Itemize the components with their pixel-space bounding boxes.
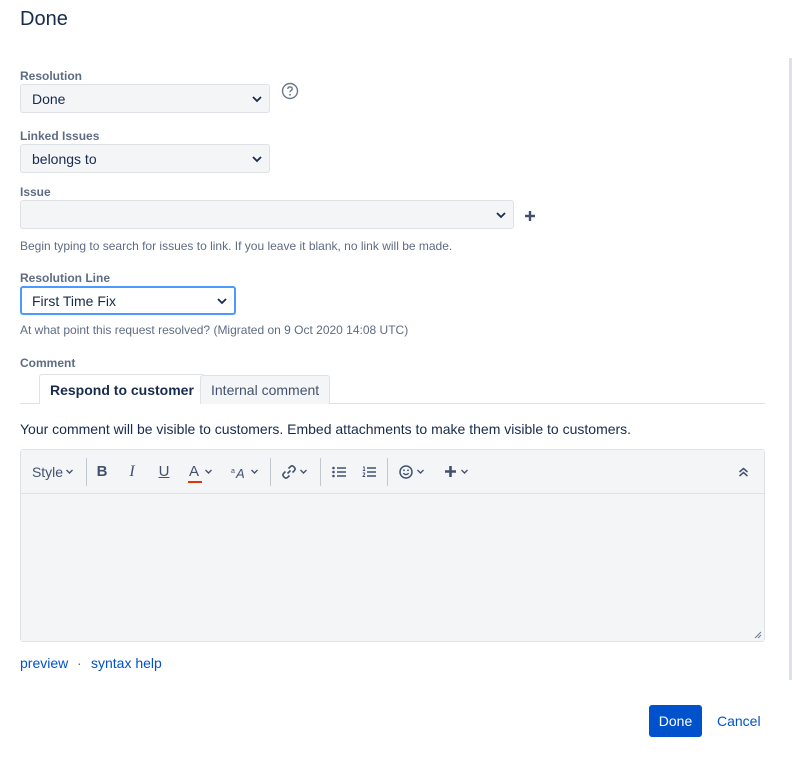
chevron-down-icon: [217, 297, 227, 304]
dialog-title: Done: [20, 8, 68, 30]
chevron-down-icon: [299, 469, 307, 474]
comment-editor: Style B I U A a A: [20, 449, 765, 642]
chevron-down-icon: [251, 469, 258, 474]
editor-toolbar: Style B I U A a A: [21, 450, 764, 494]
syntax-help-link[interactable]: syntax help: [91, 655, 162, 671]
toolbar-separator: [320, 458, 321, 486]
plus-icon: [444, 466, 456, 477]
tab-internal-comment[interactable]: Internal comment: [200, 375, 331, 404]
tab-respond-to-customer[interactable]: Respond to customer: [39, 374, 205, 404]
comment-label: Comment: [20, 356, 76, 370]
italic-button[interactable]: I: [123, 450, 141, 493]
bullet-list-icon: [332, 466, 346, 477]
resolution-line-label: Resolution Line: [20, 271, 110, 285]
collapse-toolbar-button[interactable]: [733, 450, 753, 493]
emoticon-button[interactable]: [395, 450, 429, 493]
style-label: Style: [31, 463, 64, 480]
linked-issues-label: Linked Issues: [20, 129, 100, 143]
add-issue-icon[interactable]: [523, 209, 537, 223]
resolution-select[interactable]: Done: [20, 84, 270, 113]
linked-issues-select[interactable]: belongs to: [20, 144, 270, 173]
chevron-down-icon: [460, 469, 468, 474]
issue-picker[interactable]: [20, 200, 514, 229]
issue-hint: Begin typing to search for issues to lin…: [20, 239, 453, 253]
numbered-list-button[interactable]: [360, 450, 378, 493]
style-dropdown[interactable]: Style: [31, 450, 75, 493]
chevron-down-icon: [252, 155, 262, 162]
done-button[interactable]: Done: [649, 705, 702, 737]
svg-text:A: A: [235, 466, 245, 479]
text-effects-icon: a A: [231, 466, 245, 479]
link-button[interactable]: [277, 450, 311, 493]
bullet-list-button[interactable]: [330, 450, 348, 493]
resolution-value: Done: [32, 90, 66, 107]
help-icon[interactable]: [281, 82, 299, 100]
double-chevron-up-icon: [738, 467, 748, 477]
toolbar-separator: [270, 458, 271, 486]
resolution-label: Resolution: [20, 69, 82, 83]
chevron-down-icon: [252, 95, 262, 102]
text-color-underline: [187, 481, 202, 483]
comment-textarea[interactable]: [21, 494, 764, 641]
resolution-line-hint: At what point this request resolved? (Mi…: [20, 323, 409, 337]
numbered-list-icon: [362, 466, 376, 477]
resize-handle-icon[interactable]: [752, 629, 762, 639]
preview-link[interactable]: preview: [20, 655, 68, 671]
chevron-down-icon: [205, 469, 212, 474]
chevron-down-icon: [496, 211, 506, 218]
text-effects-button[interactable]: a A: [229, 450, 261, 493]
resolution-line-select[interactable]: First Time Fix: [20, 286, 236, 315]
resolution-line-value: First Time Fix: [32, 292, 116, 309]
bold-button[interactable]: B: [93, 450, 111, 493]
text-color-button[interactable]: A: [185, 450, 217, 493]
chevron-down-icon: [66, 469, 74, 474]
toolbar-separator: [86, 458, 87, 486]
svg-text:a: a: [231, 468, 235, 475]
cancel-button[interactable]: Cancel: [717, 705, 761, 737]
linked-issues-value: belongs to: [32, 150, 97, 167]
insert-more-button[interactable]: [441, 450, 471, 493]
emoticon-icon: [399, 464, 413, 479]
underline-button[interactable]: U: [155, 450, 173, 493]
issue-label: Issue: [20, 185, 51, 199]
visibility-note: Your comment will be visible to customer…: [20, 421, 632, 437]
text-color-letter: A: [188, 463, 199, 480]
link-icon: [281, 464, 296, 479]
toolbar-separator: [387, 458, 388, 486]
chevron-down-icon: [417, 469, 424, 474]
link-separator: ·: [77, 655, 82, 671]
